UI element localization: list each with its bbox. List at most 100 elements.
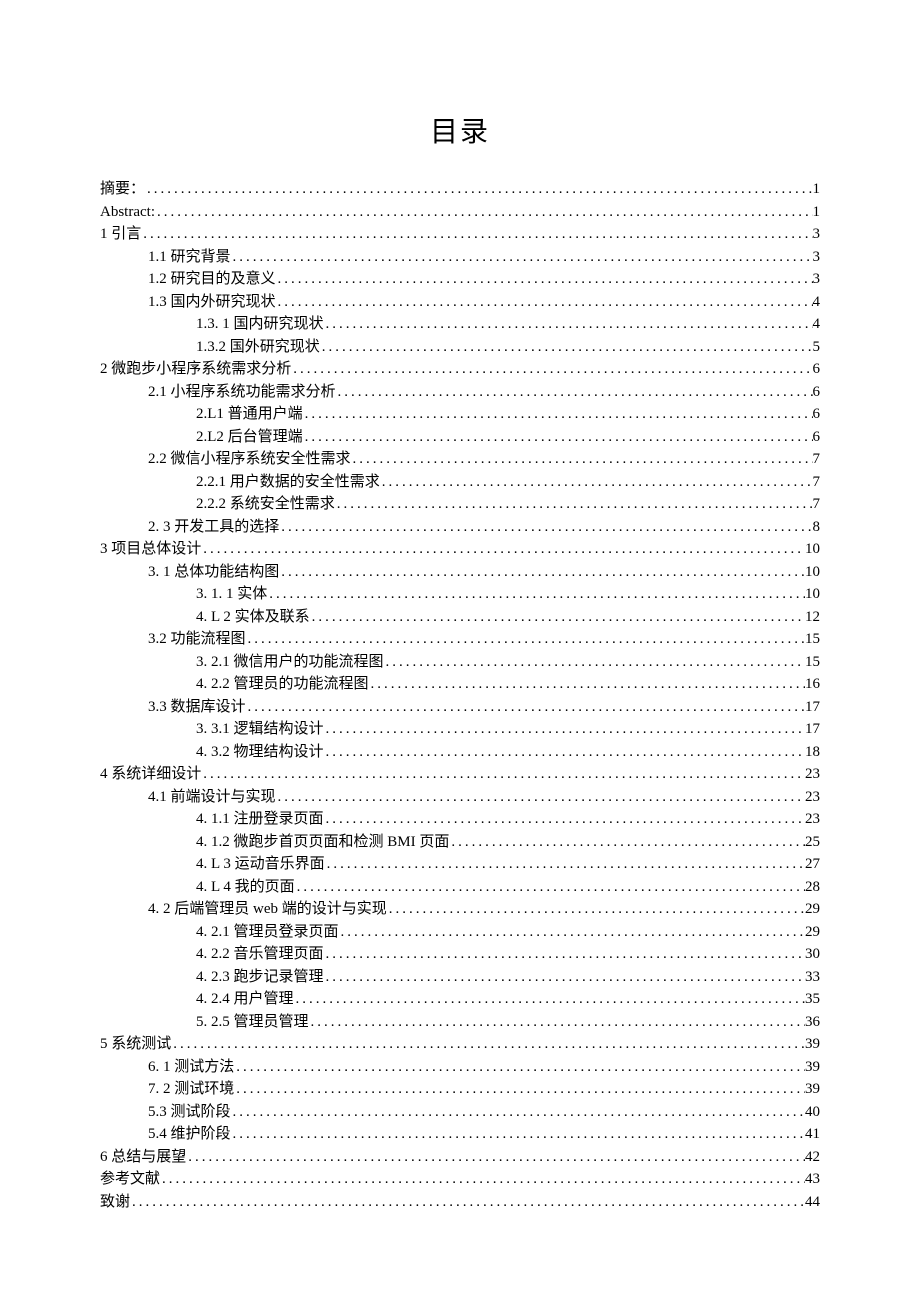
toc-dots (449, 831, 805, 854)
toc-entry-page: 8 (813, 516, 821, 539)
toc-entry-label: 4. 3.2 物理结构设计 (196, 741, 324, 764)
toc-dots (279, 561, 805, 584)
toc-entry: 3. 3.1 逻辑结构设计17 (100, 718, 820, 741)
toc-entry-page: 39 (805, 1033, 820, 1056)
toc-dots (324, 943, 805, 966)
toc-entry-page: 35 (805, 988, 820, 1011)
toc-entry-label: 4. 2.2 管理员的功能流程图 (196, 673, 369, 696)
toc-dots (234, 1056, 805, 1079)
toc-entry-label: 4 系统详细设计 (100, 763, 201, 786)
toc-dots (294, 988, 805, 1011)
toc-dots (246, 628, 805, 651)
toc-entry-page: 29 (805, 921, 820, 944)
toc-dots (246, 696, 805, 719)
toc-entry: 1.3.2 国外研究现状 5 (100, 336, 820, 359)
toc-entry-label: 2 微跑步小程序系统需求分析 (100, 358, 291, 381)
toc-entry: 4. 2 后端管理员 web 端的设计与实现 29 (100, 898, 820, 921)
toc-entry-label: 3. 1. 1 实体 (196, 583, 267, 606)
toc-entry: 1 引言3 (100, 223, 820, 246)
table-of-contents: 摘要：1Abstract:11 引言31.1 研究背景31.2 研究目的及意义3… (100, 178, 820, 1213)
toc-entry: 4. 1.2 微跑步首页页面和检测 BMI 页面25 (100, 831, 820, 854)
toc-entry: 4. 3.2 物理结构设计18 (100, 741, 820, 764)
toc-dots (380, 471, 813, 494)
toc-entry-page: 5 (813, 336, 821, 359)
toc-entry-page: 17 (805, 696, 820, 719)
toc-entry: 1.3 国内外研究现状4 (100, 291, 820, 314)
toc-entry-label: 6 总结与展望 (100, 1146, 186, 1169)
toc-entry: 4. 2.3 跑步记录管理33 (100, 966, 820, 989)
toc-entry-page: 10 (805, 538, 820, 561)
toc-entry-label: 2.2.2 系统安全性需求 (196, 493, 335, 516)
toc-dots (324, 966, 805, 989)
toc-entry-label: 7. 2 测试环境 (148, 1078, 234, 1101)
toc-dots (324, 718, 805, 741)
toc-entry-label: 3.2 功能流程图 (148, 628, 246, 651)
toc-entry-page: 12 (805, 606, 820, 629)
toc-entry-page: 29 (805, 898, 820, 921)
toc-dots (141, 223, 812, 246)
toc-entry-page: 23 (805, 786, 820, 809)
toc-entry: 3. 1. 1 实体10 (100, 583, 820, 606)
toc-entry-label: 1.3.2 国外研究现状 (196, 336, 320, 359)
toc-dots (320, 336, 813, 359)
toc-dots (231, 1101, 805, 1124)
toc-entry-label: 5 系统测试 (100, 1033, 171, 1056)
toc-dots (160, 1168, 805, 1191)
toc-dots (201, 538, 805, 561)
toc-dots (351, 448, 813, 471)
toc-entry: 致谢44 (100, 1191, 820, 1214)
toc-entry: 2 微跑步小程序系统需求分析6 (100, 358, 820, 381)
toc-entry-page: 7 (813, 471, 821, 494)
toc-entry-page: 10 (805, 561, 820, 584)
toc-entry-label: 1.2 研究目的及意义 (148, 268, 276, 291)
toc-entry-page: 41 (805, 1123, 820, 1146)
toc-dots (234, 1078, 805, 1101)
toc-entry: 2.1 小程序系统功能需求分析6 (100, 381, 820, 404)
toc-entry-page: 6 (813, 403, 821, 426)
toc-entry-label: 4. 2 后端管理员 web 端的设计与实现 (148, 898, 387, 921)
toc-dots (336, 381, 813, 404)
toc-dots (324, 808, 805, 831)
toc-dots (276, 291, 813, 314)
toc-dots (309, 1011, 805, 1034)
toc-dots (310, 606, 805, 629)
toc-dots (339, 921, 805, 944)
toc-dots (324, 313, 813, 336)
toc-dots (130, 1191, 805, 1214)
toc-entry-label: 5.3 测试阶段 (148, 1101, 231, 1124)
toc-entry-label: 4. 2.3 跑步记录管理 (196, 966, 324, 989)
toc-entry: 2.2 微信小程序系统安全性需求7 (100, 448, 820, 471)
toc-dots (145, 178, 812, 201)
toc-dots (276, 268, 813, 291)
toc-entry-label: Abstract: (100, 201, 155, 224)
toc-entry-label: 4. L 3 运动音乐界面 (196, 853, 325, 876)
toc-entry-label: 3.3 数据库设计 (148, 696, 246, 719)
toc-entry: 4. 2.4 用户管理35 (100, 988, 820, 1011)
toc-entry-page: 39 (805, 1056, 820, 1079)
toc-entry: 3. 1 总体功能结构图 10 (100, 561, 820, 584)
toc-entry-page: 1 (813, 178, 821, 201)
toc-entry: 4 系统详细设计23 (100, 763, 820, 786)
toc-entry: 2.2.2 系统安全性需求7 (100, 493, 820, 516)
toc-entry-label: 4.1 前端设计与实现 (148, 786, 276, 809)
toc-dots (276, 786, 805, 809)
toc-entry: 4.1 前端设计与实现 23 (100, 786, 820, 809)
toc-entry-label: 3. 3.1 逻辑结构设计 (196, 718, 324, 741)
toc-entry: 1.3. 1 国内研究现状4 (100, 313, 820, 336)
toc-dots (325, 853, 805, 876)
toc-entry-label: 2.L1 普通用户端 (196, 403, 303, 426)
toc-entry: 3 项目总体设计10 (100, 538, 820, 561)
toc-entry-label: 6. 1 测试方法 (148, 1056, 234, 1079)
toc-entry-page: 42 (805, 1146, 820, 1169)
toc-entry-label: 4. 1.1 注册登录页面 (196, 808, 324, 831)
toc-entry-page: 36 (805, 1011, 820, 1034)
toc-entry-label: 3. 1 总体功能结构图 (148, 561, 279, 584)
toc-entry-page: 15 (805, 628, 820, 651)
toc-entry-label: 1.3. 1 国内研究现状 (196, 313, 324, 336)
toc-dots (324, 741, 805, 764)
toc-entry: 4. 1.1 注册登录页面23 (100, 808, 820, 831)
toc-entry-page: 28 (805, 876, 820, 899)
toc-entry-label: 1 引言 (100, 223, 141, 246)
toc-entry-page: 1 (813, 201, 821, 224)
toc-entry-label: 1.1 研究背景 (148, 246, 231, 269)
